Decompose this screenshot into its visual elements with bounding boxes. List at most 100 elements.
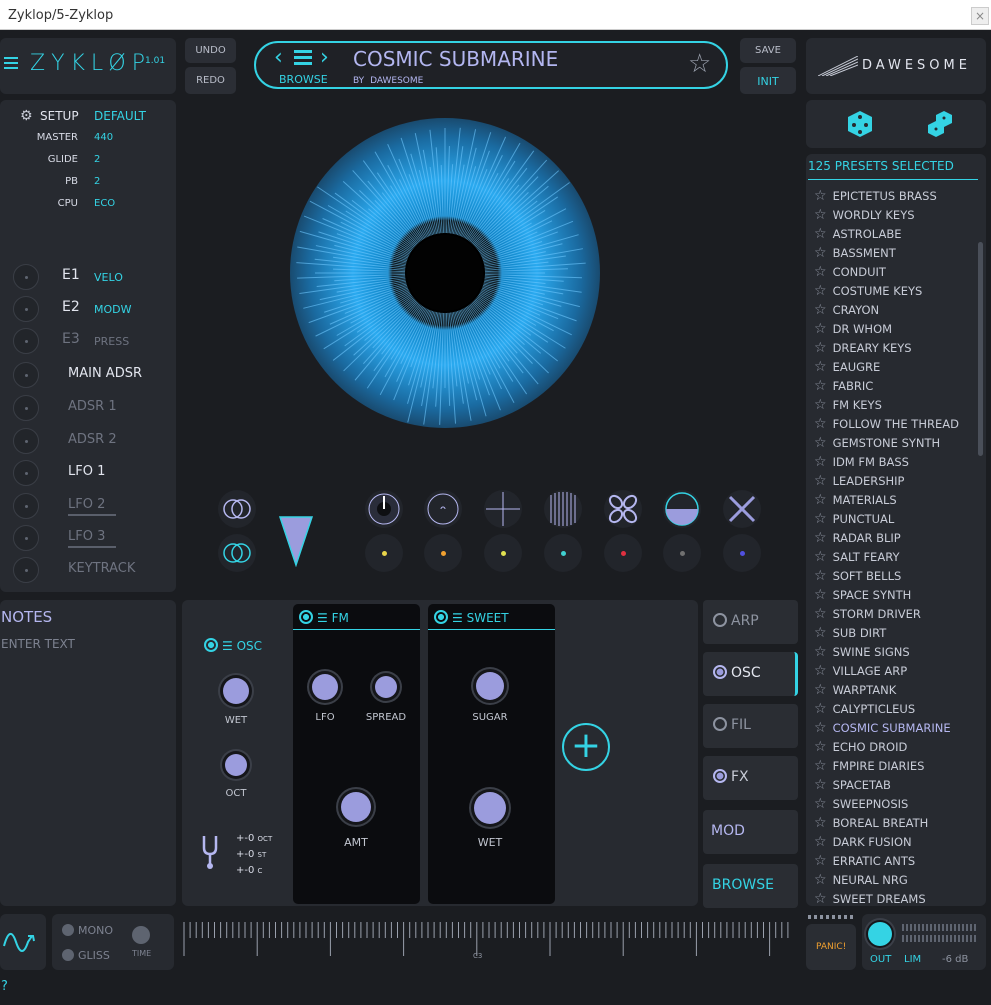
dice-icon[interactable] xyxy=(846,109,874,139)
preset-item[interactable]: ☆ FOLLOW THE THREAD xyxy=(814,416,959,432)
sweet-power-icon[interactable] xyxy=(434,610,448,624)
preset-star-icon[interactable]: ☆ xyxy=(814,777,827,793)
preset-item[interactable]: ☆ WARPTANK xyxy=(814,682,896,698)
mod-toggle[interactable] xyxy=(13,428,39,454)
osc-tab-power-icon[interactable] xyxy=(713,665,727,679)
mod-toggle[interactable] xyxy=(13,395,39,421)
triangle-icon[interactable] xyxy=(278,515,314,567)
preset-star-icon[interactable]: ☆ xyxy=(814,587,827,603)
preset-star-icon[interactable]: ☆ xyxy=(814,606,827,622)
fm-amt-knob[interactable] xyxy=(341,792,371,822)
preset-item[interactable]: ☆ SPACE SYNTH xyxy=(814,587,911,603)
osc-wet-knob[interactable] xyxy=(223,678,249,704)
preset-star-icon[interactable]: ☆ xyxy=(814,264,827,280)
link-rings-icon[interactable] xyxy=(218,490,256,528)
panic-button[interactable]: PANIC! xyxy=(806,924,856,970)
preset-item[interactable]: ☆ CONDUIT xyxy=(814,264,886,280)
color-dot-button[interactable] xyxy=(424,534,462,572)
notes-input[interactable]: ENTER TEXT xyxy=(1,637,75,651)
preset-item[interactable]: ☆ GEMSTONE SYNTH xyxy=(814,435,940,451)
preset-star-icon[interactable]: ☆ xyxy=(814,853,827,869)
preset-star-icon[interactable]: ☆ xyxy=(814,283,827,299)
fil-power-icon[interactable] xyxy=(713,717,727,731)
keyboard-ruler[interactable] xyxy=(180,914,800,970)
preset-item[interactable]: ☆ EAUGRE xyxy=(814,359,880,375)
preset-star-icon[interactable]: ☆ xyxy=(814,796,827,812)
osc-power-icon[interactable] xyxy=(204,638,218,652)
preset-star-icon[interactable]: ☆ xyxy=(814,492,827,508)
lines-shape-icon[interactable] xyxy=(544,490,582,528)
preset-item[interactable]: ☆ SWINE SIGNS xyxy=(814,644,910,660)
color-dot-button[interactable] xyxy=(544,534,582,572)
help-icon[interactable]: ? xyxy=(1,979,8,994)
fx-power-icon[interactable] xyxy=(713,769,727,783)
mod-toggle[interactable] xyxy=(13,328,39,354)
preset-item[interactable]: ☆ ASTROLABE xyxy=(814,226,902,242)
preset-item[interactable]: ☆ SALT FEARY xyxy=(814,549,899,565)
lim-toggle[interactable]: LIM xyxy=(904,954,921,965)
preset-item[interactable]: ☆ RADAR BLIP xyxy=(814,530,901,546)
prev-preset-icon[interactable]: ‹ xyxy=(274,45,283,70)
mod-toggle[interactable] xyxy=(13,525,39,551)
mod-label[interactable]: E2 xyxy=(62,299,80,315)
color-dot-button[interactable] xyxy=(484,534,522,572)
browse-label[interactable]: BROWSE xyxy=(279,73,328,86)
flower-shape-icon[interactable] xyxy=(604,490,642,528)
mod-label[interactable]: LFO 3 xyxy=(68,529,116,548)
preset-item[interactable]: ☆ STORM DRIVER xyxy=(814,606,921,622)
color-dot-button[interactable] xyxy=(604,534,642,572)
tab-arp[interactable]: ARP xyxy=(703,600,798,644)
preset-item[interactable]: ☆ SPACETAB xyxy=(814,777,891,793)
preset-star-icon[interactable]: ☆ xyxy=(814,758,827,774)
favorite-star-icon[interactable]: ☆ xyxy=(688,49,711,79)
mod-label[interactable]: ADSR 2 xyxy=(68,432,117,447)
preset-star-icon[interactable]: ☆ xyxy=(814,834,827,850)
sweet-menu-icon[interactable]: ☰ xyxy=(452,611,463,625)
preset-item[interactable]: ☆ NEURAL NRG xyxy=(814,872,908,888)
save-button[interactable]: SAVE xyxy=(740,38,796,63)
preset-star-icon[interactable]: ☆ xyxy=(814,872,827,888)
preset-item[interactable]: ☆ DR WHOM xyxy=(814,321,892,337)
close-icon[interactable]: × xyxy=(971,7,989,25)
preset-star-icon[interactable]: ☆ xyxy=(814,378,827,394)
fm-lfo-knob[interactable] xyxy=(312,674,338,700)
preset-star-icon[interactable]: ☆ xyxy=(814,549,827,565)
mod-toggle[interactable] xyxy=(13,264,39,290)
mod-label[interactable]: LFO 1 xyxy=(68,464,105,479)
tab-fil[interactable]: FIL xyxy=(703,704,798,748)
preset-item[interactable]: ☆ BASSMENT xyxy=(814,245,896,261)
add-module-icon[interactable]: + xyxy=(562,723,610,771)
preset-star-icon[interactable]: ☆ xyxy=(814,739,827,755)
sweet-sugar-knob[interactable] xyxy=(476,672,504,700)
color-dot-button[interactable] xyxy=(365,534,403,572)
sweet-wet-knob[interactable] xyxy=(474,792,506,824)
preset-item[interactable]: ☆ ECHO DROID xyxy=(814,739,907,755)
preset-item[interactable]: ☆ CALYPTICLEUS xyxy=(814,701,915,717)
fm-menu-icon[interactable]: ☰ xyxy=(317,611,328,625)
preset-menu-icon[interactable] xyxy=(294,50,312,66)
gear-icon[interactable]: ⚙ xyxy=(20,108,33,124)
undo-button[interactable]: UNDO xyxy=(185,38,236,63)
preset-item[interactable]: ☆ DREARY KEYS xyxy=(814,340,912,356)
mod-label[interactable]: E3 xyxy=(62,331,80,347)
preset-item[interactable]: ☆ CRAYON xyxy=(814,302,879,318)
preset-item[interactable]: ☆ ERRATIC ANTS xyxy=(814,853,915,869)
mod-label[interactable]: MAIN ADSR xyxy=(68,366,142,381)
knob-shape-icon[interactable] xyxy=(365,490,403,528)
preset-item[interactable]: ☆ LEADERSHIP xyxy=(814,473,905,489)
preset-star-icon[interactable]: ☆ xyxy=(814,416,827,432)
preset-star-icon[interactable]: ☆ xyxy=(814,720,827,736)
waveform-icon[interactable] xyxy=(0,914,46,970)
mod-label[interactable]: ADSR 1 xyxy=(68,399,117,414)
mod-value[interactable]: PRESS xyxy=(94,335,129,348)
preset-star-icon[interactable]: ☆ xyxy=(814,701,827,717)
mod-label[interactable]: KEYTRACK xyxy=(68,561,135,576)
tab-mod[interactable]: MOD xyxy=(703,810,798,854)
osc-menu-icon[interactable]: ☰ xyxy=(222,639,233,653)
preset-item[interactable]: ☆ IDM FM BASS xyxy=(814,454,909,470)
preset-star-icon[interactable]: ☆ xyxy=(814,188,827,204)
preset-star-icon[interactable]: ☆ xyxy=(814,891,827,906)
mono-toggle[interactable]: MONO xyxy=(62,924,113,937)
preset-star-icon[interactable]: ☆ xyxy=(814,397,827,413)
preset-star-icon[interactable]: ☆ xyxy=(814,454,827,470)
